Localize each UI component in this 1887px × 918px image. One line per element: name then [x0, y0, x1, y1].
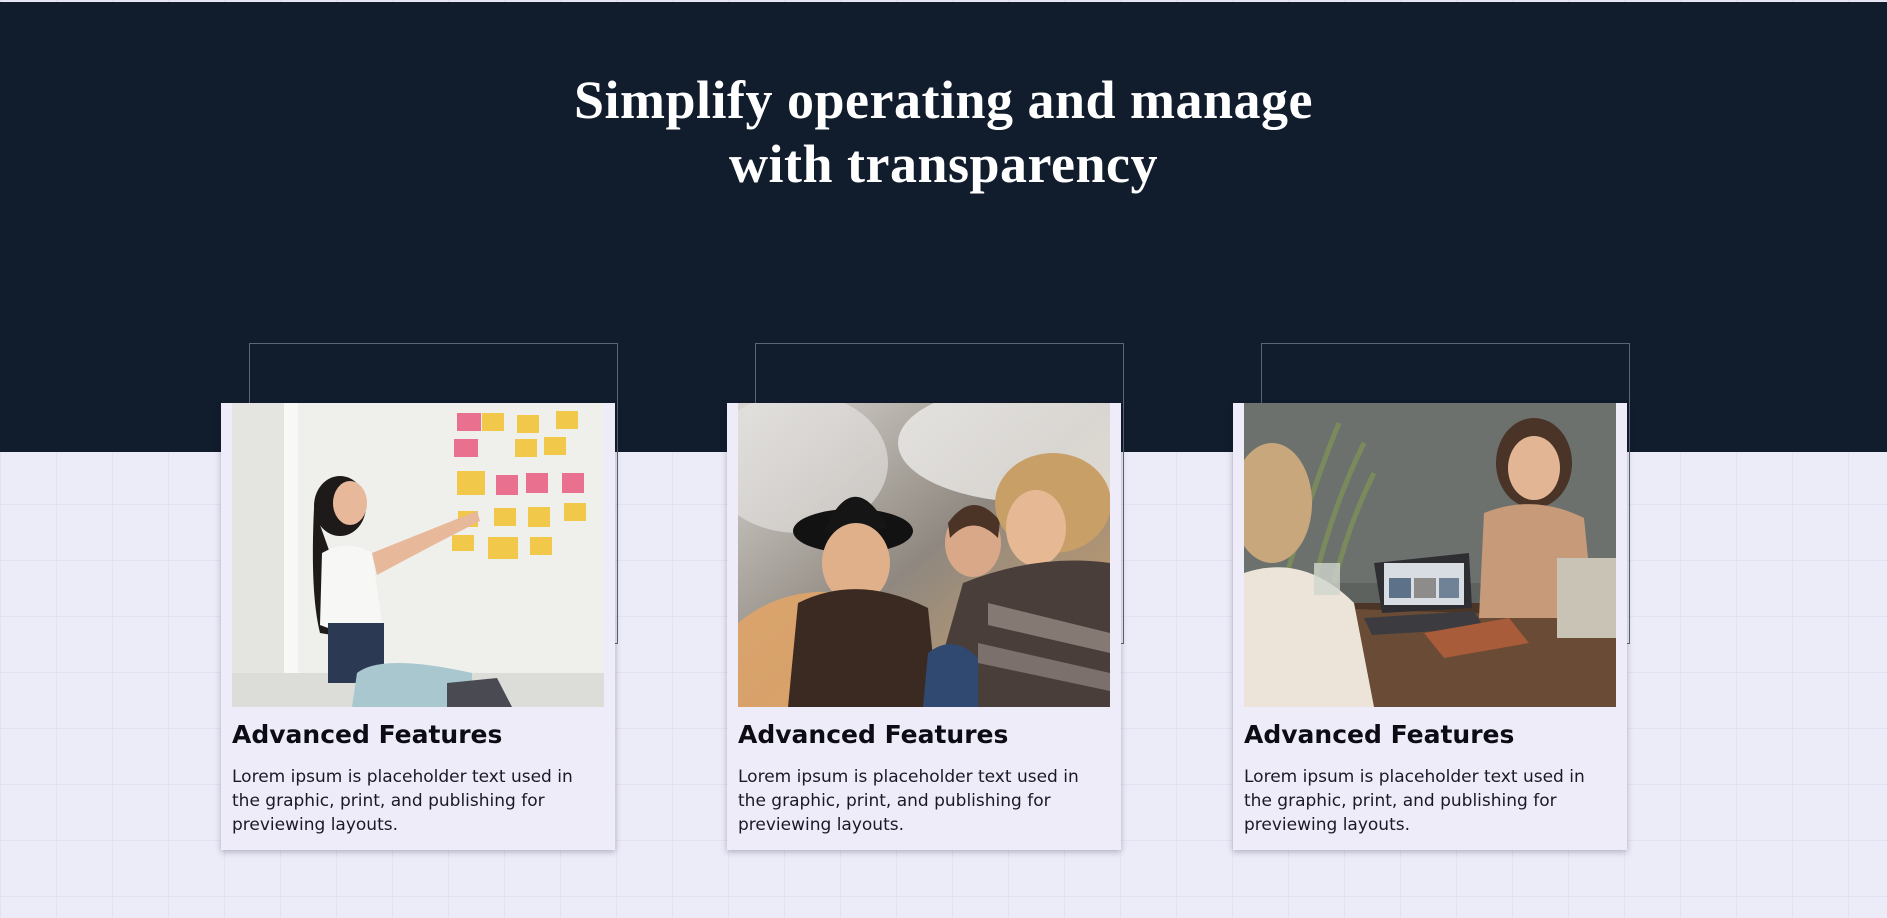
card-title: Advanced Features: [1244, 720, 1515, 749]
card-description: Lorem ipsum is placeholder text used in …: [232, 767, 573, 835]
card-title: Advanced Features: [232, 720, 503, 749]
card-description: Lorem ipsum is placeholder text used in …: [1244, 767, 1585, 835]
smiling-women-group-photo: [738, 403, 1110, 707]
feature-card: Advanced Features Lorem ipsum is placeho…: [727, 403, 1121, 850]
feature-card: Advanced Features Lorem ipsum is placeho…: [221, 403, 615, 850]
women-laughing-at-laptop-photo: [1244, 403, 1616, 707]
card-description: Lorem ipsum is placeholder text used in …: [738, 767, 1079, 835]
hero-title-line-2: with transparency: [728, 134, 1158, 194]
woman-presenting-sticky-notes-photo: [232, 403, 604, 707]
hero-title-line-1: Simplify operating and manage: [573, 70, 1314, 130]
feature-card: Advanced Features Lorem ipsum is placeho…: [1233, 403, 1627, 850]
card-title: Advanced Features: [738, 720, 1009, 749]
hero-title: Simplify operating and manage with trans…: [0, 68, 1887, 196]
